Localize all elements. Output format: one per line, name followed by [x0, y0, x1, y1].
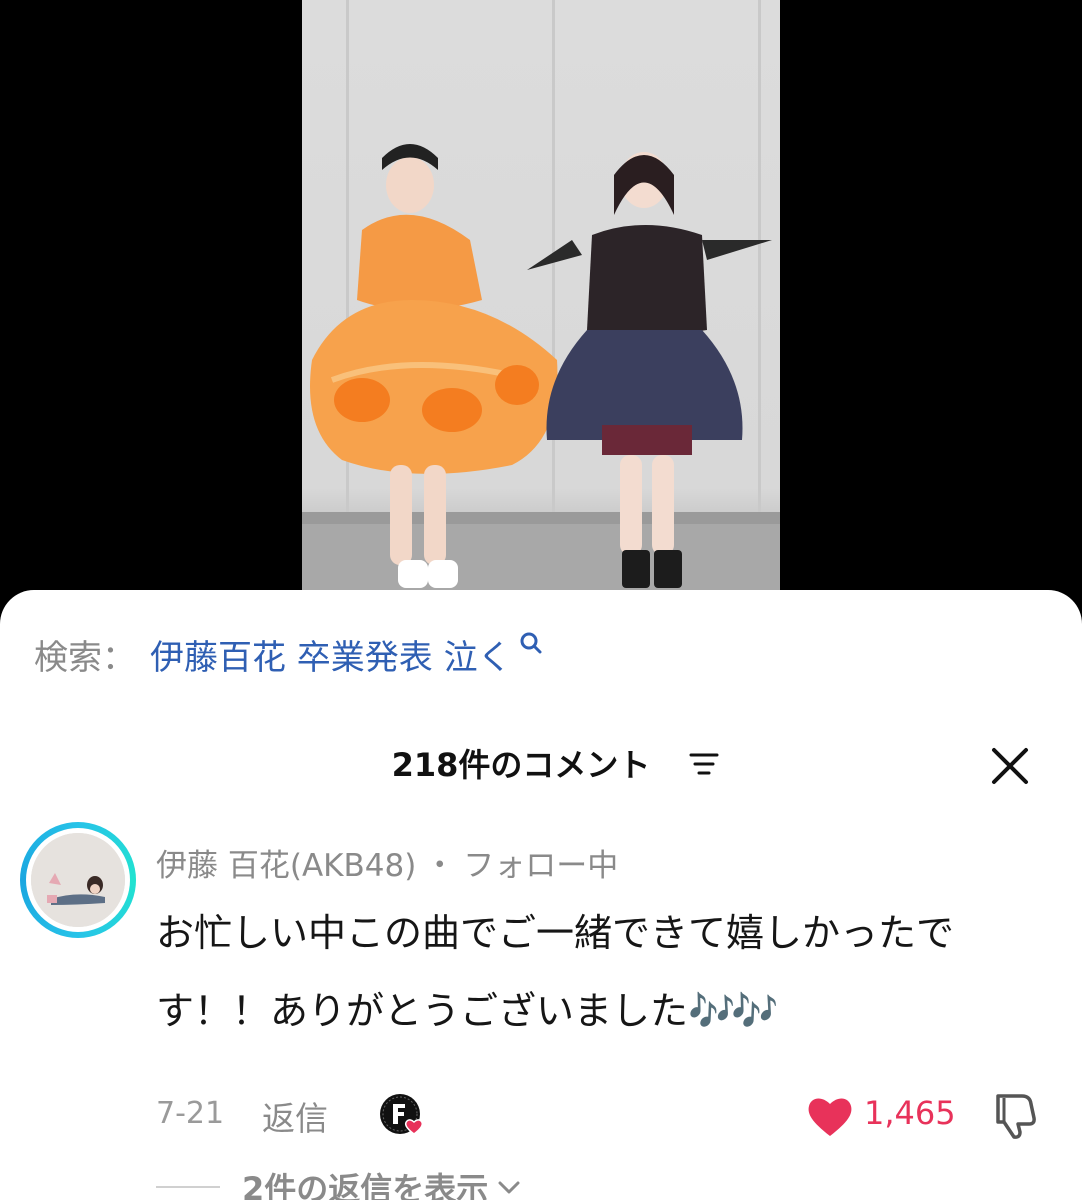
avatar-story-ring[interactable]	[20, 822, 136, 938]
sort-lines-icon[interactable]	[688, 750, 720, 778]
heart-icon[interactable]	[806, 1094, 854, 1138]
creator-liked-badge-icon	[380, 1094, 424, 1135]
comments-sheet: 検索： 伊藤百花 卒業発表 泣く 218件のコメント 伊藤 百花(AKB48) …	[0, 590, 1082, 1200]
thumbs-down-icon[interactable]	[988, 1090, 1040, 1140]
chevron-down-icon[interactable]	[496, 1177, 522, 1197]
comment-author-line: 伊藤 百花(AKB48) ・フォロー中	[156, 840, 618, 885]
video-player[interactable]	[0, 0, 1082, 610]
comment-author-name[interactable]: 伊藤 百花(AKB48)	[156, 848, 416, 884]
comment-text-line2: す！！ありがとうございました	[156, 989, 689, 1033]
search-prefix: 検索：	[34, 638, 136, 678]
reply-button[interactable]: 返信	[262, 1092, 328, 1140]
search-icon[interactable]	[518, 630, 544, 660]
comment-text-line: す！！ありがとうございました🎶🎶	[156, 972, 1036, 1050]
comments-count-title: 218件のコメント	[391, 746, 651, 784]
comment-date: 7-21	[156, 1096, 225, 1131]
author-separator: ・	[424, 848, 456, 884]
video-frame[interactable]	[302, 0, 780, 610]
comments-header: 218件のコメント	[0, 740, 1082, 790]
search-suggestion[interactable]: 検索： 伊藤百花 卒業発表 泣く	[34, 630, 544, 679]
video-dancers-illustration	[310, 144, 772, 588]
avatar-photo	[31, 833, 125, 927]
close-icon[interactable]	[988, 744, 1032, 788]
view-replies-label[interactable]: 2件の返信を表示	[242, 1164, 488, 1200]
following-status: フォロー中	[463, 848, 619, 884]
music-notes-emoji: 🎶🎶	[688, 989, 779, 1033]
search-query-link[interactable]: 伊藤百花 卒業発表 泣く	[150, 630, 512, 679]
comment-text-line: お忙しい中この曲でご一緒できて嬉しかったで	[156, 911, 955, 955]
comment-text: お忙しい中この曲でご一緒できて嬉しかったで す！！ありがとうございました🎶🎶	[156, 894, 1036, 1050]
like-count: 1,465	[864, 1094, 956, 1132]
replies-divider	[156, 1186, 220, 1188]
avatar[interactable]	[26, 828, 130, 932]
comment-actions: 7-21 返信 1,465	[156, 1090, 1046, 1140]
view-replies-button[interactable]: 2件の返信を表示	[156, 1164, 522, 1200]
